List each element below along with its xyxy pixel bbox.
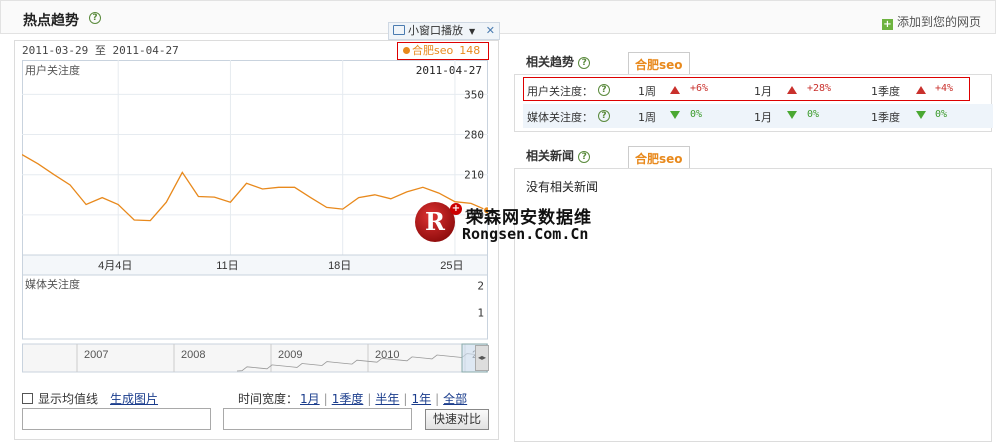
add-to-page-link[interactable]: + 添加到您的网页 — [881, 13, 981, 30]
module-title: 热点趋势 — [23, 13, 79, 29]
tv-icon — [393, 25, 405, 35]
watermark-plus-icon: + — [450, 203, 462, 215]
span-1year[interactable]: 1年 — [411, 392, 431, 406]
arrow-down-icon — [916, 109, 926, 122]
compare-keyword-input-2[interactable] — [223, 408, 412, 430]
related-trends-tab-label: 合肥seo — [635, 58, 683, 72]
date-to: 2011-04-27 — [112, 44, 179, 57]
y-tick-label: 280 — [464, 129, 484, 142]
help-icon[interactable]: ? — [578, 150, 591, 163]
separator: | — [367, 392, 372, 406]
no-news-message: 没有相关新闻 — [526, 180, 599, 194]
help-icon[interactable]: ? — [578, 56, 591, 69]
separator: | — [323, 392, 328, 406]
media-attention-chart: 媒体关注度 2 1 — [22, 274, 488, 340]
quarter-change: +4% — [935, 83, 954, 94]
legend-name: 合肥seo — [412, 44, 454, 57]
time-span-label: 时间宽度： — [238, 392, 299, 406]
x-tick-label: 18日 — [328, 260, 351, 272]
quick-compare-button[interactable]: 快速对比 — [425, 409, 489, 430]
chart-frame — [22, 60, 488, 275]
week-label: 1周 — [638, 85, 656, 98]
watermark-text-en: Rongsen.Com.Cn — [462, 225, 589, 243]
span-1month[interactable]: 1月 — [300, 392, 320, 406]
overview-year-label: 2008 — [181, 349, 205, 361]
x-tick-label: 11日 — [216, 260, 238, 272]
miniplay-button[interactable]: 小窗口播放 ▼ ✕ — [388, 22, 500, 40]
dropdown-arrow-icon[interactable]: ▼ — [469, 27, 475, 36]
show-average-checkbox[interactable]: 显示均值线 — [22, 390, 98, 407]
span-1quarter[interactable]: 1季度 — [332, 392, 364, 406]
help-icon[interactable]: ? — [598, 83, 610, 96]
chart-title: 用户关注度 — [25, 63, 80, 77]
checkbox-box[interactable] — [22, 393, 33, 404]
date-from: 2011-03-29 — [22, 44, 89, 57]
quarter-label: 1季度 — [871, 85, 900, 98]
y-tick-label: 210 — [464, 169, 484, 182]
help-icon[interactable]: ? — [598, 109, 610, 122]
media-attention-row: 媒体关注度： ? 1周 0% 1月 0% 1季度 0% — [523, 104, 993, 128]
trend-chart: 用户关注度 2011-04-27 350280210140 4月4日 11日 18日… — [22, 60, 488, 373]
chart-controls: 显示均值线 生成图片 时间宽度： 1月 | 1季度 | 半年 | 1年 | 全部 — [22, 388, 492, 408]
month-change: +28% — [807, 83, 832, 94]
span-all[interactable]: 全部 — [443, 392, 467, 406]
y-tick-label: 350 — [464, 88, 484, 101]
related-news-title: 相关新闻 ? — [526, 147, 591, 164]
related-trends-title: 相关趋势 ? — [526, 53, 591, 70]
compare-keyword-input-1[interactable] — [22, 408, 211, 430]
media-frame — [22, 274, 488, 340]
month-label: 1月 — [754, 85, 772, 98]
related-news-tab[interactable]: 合肥seo — [628, 146, 690, 168]
media-y-tick-label: 1 — [477, 306, 484, 319]
arrow-up-icon — [916, 83, 926, 96]
overview-year-label: 2009 — [278, 349, 302, 361]
x-tick-label: 4月4日 — [98, 260, 132, 272]
x-axis-background — [22, 254, 488, 276]
related-news-tab-label: 合肥seo — [635, 152, 683, 166]
x-tick-label: 25日 — [440, 260, 463, 272]
span-halfyear[interactable]: 半年 — [375, 392, 399, 406]
plus-icon: + — [881, 19, 893, 30]
related-trends-title-text: 相关趋势 — [526, 55, 575, 69]
help-icon[interactable]: ? — [89, 12, 101, 24]
chart-date-label: 2011-04-27 — [416, 64, 482, 77]
arrow-up-icon — [787, 83, 797, 96]
x-axis-band: 4月4日 11日 18日 25日 — [22, 254, 488, 276]
overview-year-label: 2007 — [84, 349, 108, 361]
watermark-logo: R — [415, 202, 455, 242]
legend-dot-icon — [403, 47, 410, 54]
overview-drag-handle[interactable]: ◂▸ — [475, 345, 489, 371]
date-separator: 至 — [94, 44, 106, 57]
week-change: +6% — [690, 83, 709, 94]
date-range: 2011-03-29 至 2011-04-27 — [22, 42, 179, 58]
related-news-title-text: 相关新闻 — [526, 149, 575, 163]
close-icon[interactable]: ✕ — [486, 23, 495, 39]
quarter-label: 1季度 — [871, 111, 900, 124]
generate-image-link[interactable]: 生成图片 — [110, 390, 158, 407]
arrow-down-icon — [787, 109, 797, 122]
media-y-tick-label: 2 — [477, 280, 484, 293]
legend-entry[interactable]: 合肥seo 148 — [397, 42, 489, 60]
media-chart-title: 媒体关注度 — [25, 277, 80, 291]
add-to-page-label: 添加到您的网页 — [896, 15, 981, 29]
week-label: 1周 — [638, 111, 656, 124]
month-change: 0% — [807, 109, 820, 120]
related-trends-tab[interactable]: 合肥seo — [628, 52, 690, 74]
quarter-change: 0% — [935, 109, 948, 120]
overview-navigator[interactable]: 200720082009201020 — [22, 343, 488, 373]
separator: | — [435, 392, 440, 406]
user-attention-chart: 用户关注度 2011-04-27 350280210140 — [22, 60, 488, 275]
row-label: 媒体关注度： — [527, 111, 593, 124]
legend-value: 148 — [459, 44, 481, 57]
arrow-down-icon — [670, 109, 680, 122]
month-label: 1月 — [754, 111, 772, 124]
time-span-links: 1月 | 1季度 | 半年 | 1年 | 全部 — [300, 390, 467, 407]
arrow-up-icon — [670, 83, 680, 96]
miniplay-label: 小窗口播放 — [408, 24, 463, 37]
week-change: 0% — [690, 109, 703, 120]
user-attention-row: 用户关注度： ? 1周 +6% 1月 +28% 1季度 +4% — [523, 77, 970, 101]
separator: | — [403, 392, 408, 406]
row-label: 用户关注度： — [527, 85, 593, 98]
show-average-label: 显示均值线 — [38, 392, 99, 406]
